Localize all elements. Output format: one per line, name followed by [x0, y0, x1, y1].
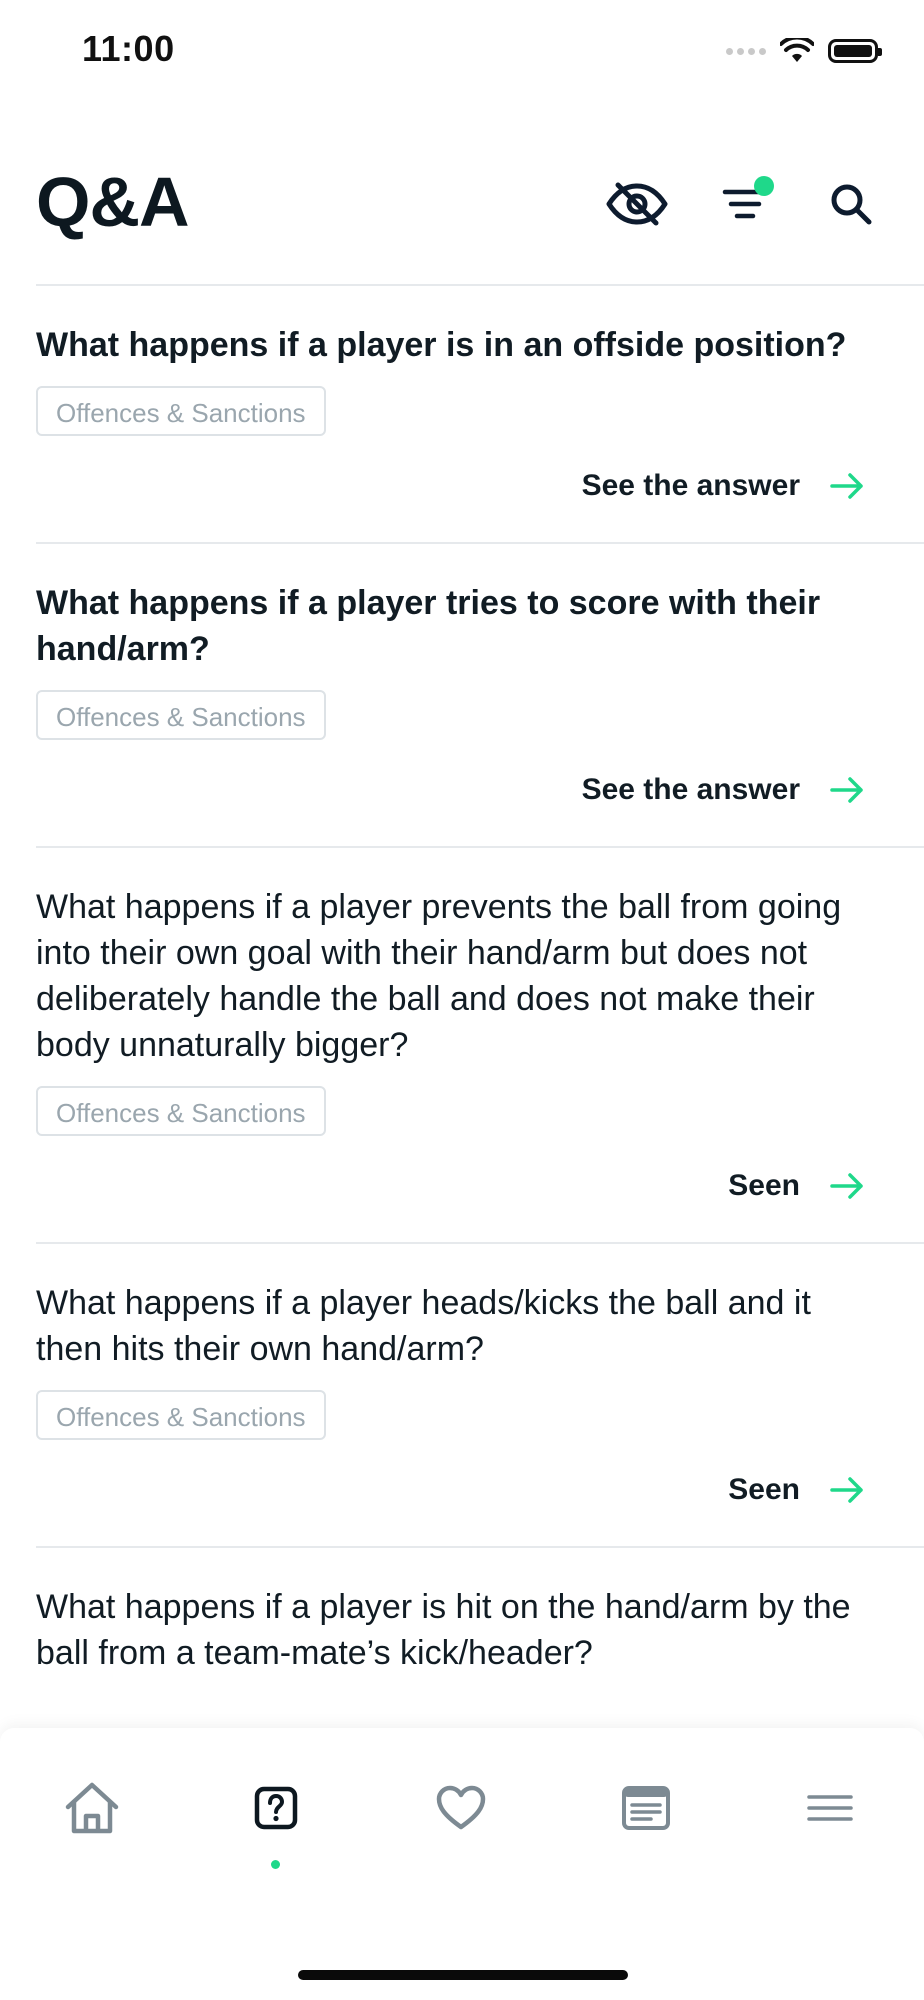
page-title: Q&A	[36, 163, 190, 241]
eye-slash-icon	[606, 182, 668, 226]
tab-qa[interactable]	[236, 1768, 316, 1848]
qa-list-item[interactable]: What happens if a player prevents the ba…	[36, 848, 924, 1244]
tab-menu[interactable]	[790, 1768, 870, 1848]
see-answer-link[interactable]: See the answer	[36, 770, 924, 810]
qa-question: What happens if a player prevents the ba…	[36, 888, 842, 1064]
status-time: 11:00	[82, 28, 175, 69]
qa-list-item[interactable]: What happens if a player tries to score …	[36, 544, 924, 848]
active-tab-indicator	[271, 1860, 280, 1869]
battery-icon	[828, 39, 882, 63]
seen-link[interactable]: Seen	[36, 1166, 924, 1206]
filter-active-indicator	[754, 176, 774, 196]
hide-seen-button[interactable]	[602, 174, 672, 234]
arrow-right-icon	[830, 1477, 863, 1503]
qa-question: What happens if a player is hit on the h…	[36, 1588, 851, 1672]
arrow-right-icon	[830, 473, 863, 499]
category-tag: Offences & Sanctions	[36, 1390, 326, 1440]
search-icon	[831, 184, 872, 225]
seen-link[interactable]: Seen	[36, 1470, 924, 1510]
question-icon	[254, 1786, 298, 1830]
news-icon	[622, 1786, 670, 1830]
qa-list: What happens if a player is in an offsid…	[0, 286, 924, 1676]
tab-bar	[0, 1728, 924, 2000]
category-tag: Offences & Sanctions	[36, 690, 326, 740]
category-tag: Offences & Sanctions	[36, 1086, 326, 1136]
qa-question: What happens if a player heads/kicks the…	[36, 1284, 811, 1368]
action-label: See the answer	[581, 469, 800, 502]
category-tag: Offences & Sanctions	[36, 386, 326, 436]
qa-list-item[interactable]: What happens if a player is hit on the h…	[36, 1548, 924, 1676]
wifi-icon	[780, 38, 814, 62]
heart-icon	[436, 1785, 486, 1830]
tab-news[interactable]	[606, 1768, 686, 1848]
qa-question: What happens if a player is in an offsid…	[36, 326, 847, 364]
qa-list-item[interactable]: What happens if a player is in an offsid…	[36, 286, 924, 544]
tab-home[interactable]	[52, 1768, 132, 1848]
arrow-right-icon	[830, 1173, 863, 1199]
arrow-right-icon	[830, 777, 863, 803]
home-indicator	[298, 1970, 628, 1980]
menu-icon	[807, 1795, 853, 1821]
action-label: Seen	[728, 1473, 800, 1506]
see-answer-link[interactable]: See the answer	[36, 466, 924, 506]
status-bar: 11:00	[0, 0, 924, 100]
action-label: Seen	[728, 1169, 800, 1202]
home-icon	[65, 1782, 119, 1834]
page-header: Q&A	[0, 150, 924, 284]
cellular-signal-icon	[726, 47, 766, 55]
search-button[interactable]	[816, 174, 886, 234]
tab-favorites[interactable]	[421, 1768, 501, 1848]
action-label: See the answer	[581, 773, 800, 806]
qa-question: What happens if a player tries to score …	[36, 584, 821, 668]
qa-list-item[interactable]: What happens if a player heads/kicks the…	[36, 1244, 924, 1548]
status-icons	[726, 34, 882, 68]
filter-button[interactable]	[710, 174, 780, 234]
